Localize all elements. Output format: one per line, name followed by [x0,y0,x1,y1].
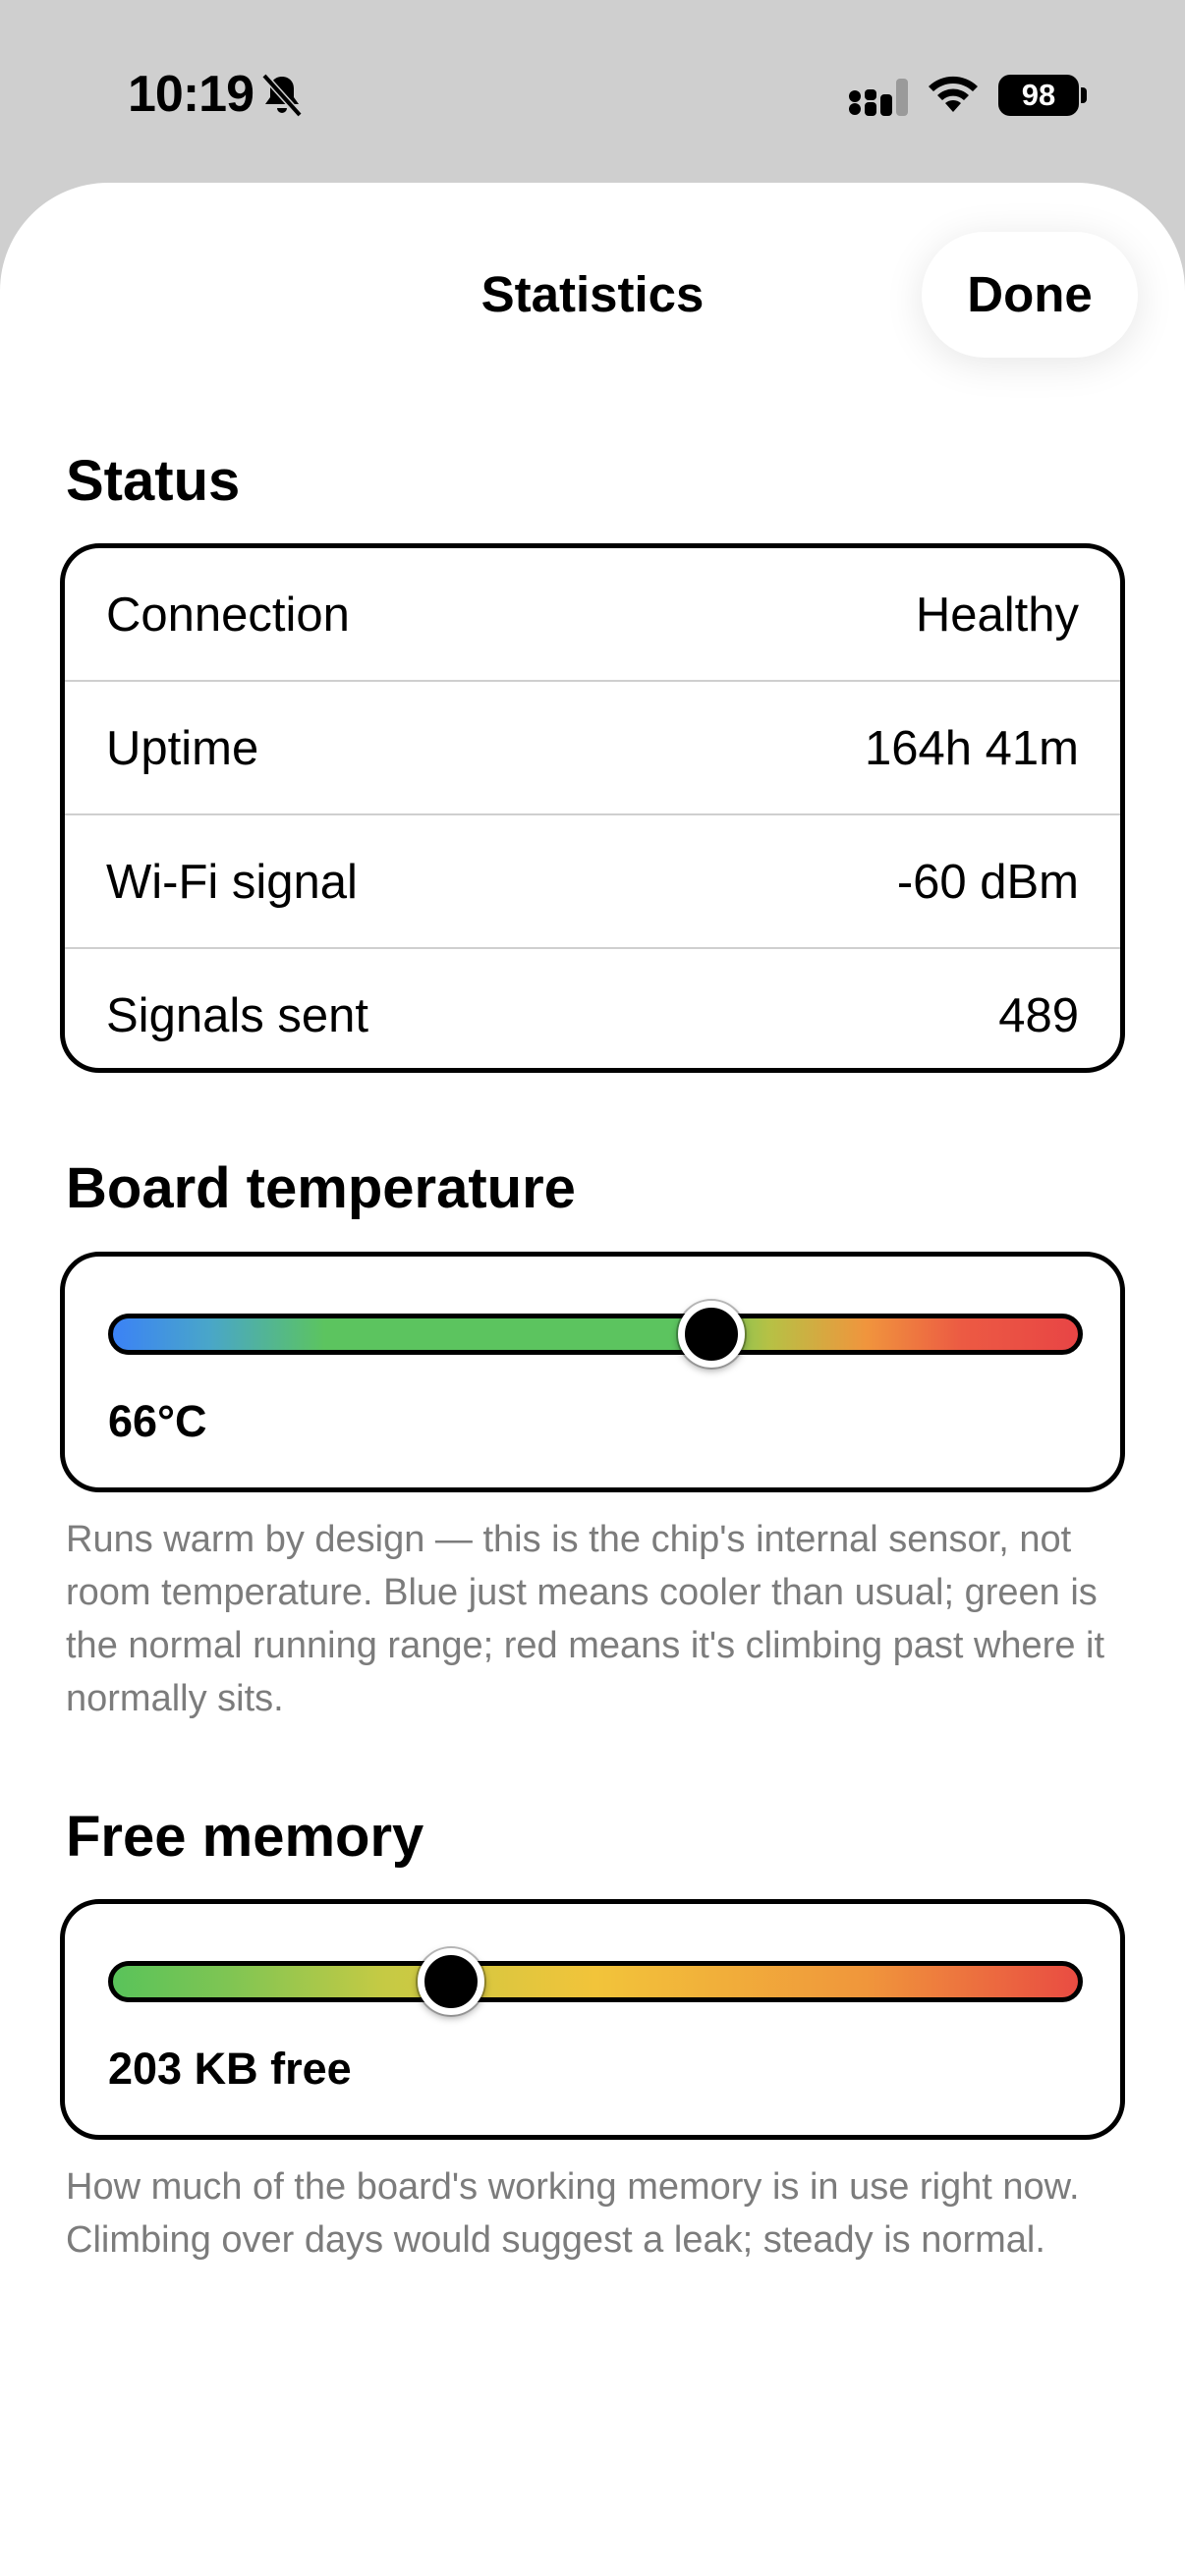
temperature-section-title: Board temperature [66,1156,576,1220]
done-button[interactable]: Done [922,232,1138,358]
battery-icon: 98 [998,75,1079,116]
status-row-uptime: Uptime 164h 41m [65,682,1120,815]
memory-gauge-knob [417,1948,484,2015]
memory-section-title: Free memory [66,1805,424,1869]
temperature-gauge-knob [677,1301,745,1368]
temperature-footnote: Runs warm by design — this is the chip's… [66,1519,1105,1719]
status-row-value: -60 dBm [896,856,1079,909]
status-row-value: Healthy [915,588,1079,642]
status-bar: 10:19 98 [0,0,1185,187]
temperature-gauge-track [108,1301,1083,1368]
status-row-signals-sent: Signals sent 489 [65,949,1120,1083]
bell-slash-icon [261,73,303,118]
status-card: Connection Healthy Uptime 164h 41m Wi-Fi… [60,543,1125,1073]
cellular-signal-icon [849,79,908,116]
status-row-label: Uptime [106,722,259,775]
status-row-label: Signals sent [106,989,368,1042]
memory-card: 203 KB free [60,1899,1125,2140]
temperature-reading: 66°C [108,1396,207,1446]
status-row-value: 164h 41m [865,722,1079,775]
battery-cap [1081,87,1087,103]
status-row-label: Wi-Fi signal [106,856,358,909]
memory-gauge-track [108,1948,1083,2015]
status-time: 10:19 [128,66,254,123]
status-row-value: 489 [998,989,1079,1042]
status-row-wifi-signal: Wi-Fi signal -60 dBm [65,815,1120,949]
status-section-title: Status [66,449,241,513]
memory-footnote: How much of the board's working memory i… [66,2166,1080,2261]
status-row-label: Connection [106,588,350,642]
wifi-icon [929,76,978,112]
status-row-connection: Connection Healthy [65,548,1120,682]
memory-reading: 203 KB free [108,2044,352,2094]
temperature-card: 66°C [60,1252,1125,1492]
